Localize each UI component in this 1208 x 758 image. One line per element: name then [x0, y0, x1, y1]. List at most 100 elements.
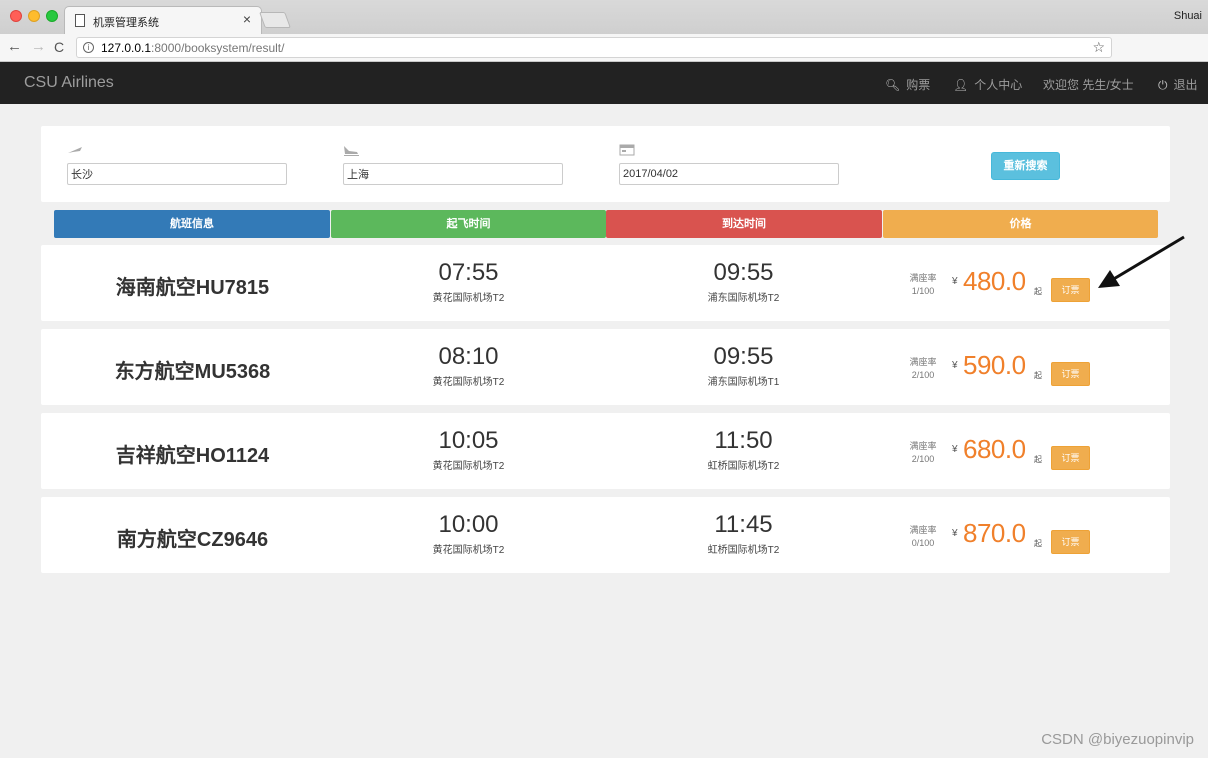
nav-logout[interactable]: ⏻ 退出: [1158, 76, 1198, 93]
power-icon: ⏻: [1158, 78, 1168, 92]
flight-name: 南方航空CZ9646: [116, 529, 269, 551]
flight-name: 海南航空HU7815: [115, 277, 270, 299]
watermark: CSDN @biyezuopinvip: [1041, 731, 1194, 748]
nav-buy-label: 购票: [906, 78, 931, 92]
currency-symbol: ¥: [952, 444, 958, 455]
arrival-time: 09:55: [713, 259, 774, 286]
book-button[interactable]: 订票: [1051, 446, 1090, 470]
departure-time: 10:00: [438, 511, 499, 538]
seat-rate: 满座率 1/100: [897, 272, 949, 298]
arrival-airport: 虹桥国际机场T2: [707, 461, 780, 472]
price-from-suffix: 起: [1034, 371, 1042, 380]
plane-takeoff-icon: [67, 144, 83, 158]
forward-arrow-icon[interactable]: →: [31, 39, 46, 55]
minimize-window-button[interactable]: [28, 10, 40, 22]
browser-toolbar: ← → C i 127.0.0.1:8000/booksystem/result…: [0, 34, 1208, 88]
currency-symbol: ¥: [952, 360, 958, 371]
currency-symbol: ¥: [952, 528, 958, 539]
search-panel: 重新搜索: [41, 126, 1170, 202]
departure-airport: 黄花国际机场T2: [432, 545, 505, 556]
seat-rate-value: 1/100: [911, 286, 935, 296]
url-text: 127.0.0.1:8000/booksystem/result/: [101, 41, 284, 55]
price: 680.0: [963, 434, 1026, 464]
price-from-suffix: 起: [1034, 287, 1042, 296]
browser-titlebar: 机票管理系统 × Shuai: [0, 0, 1208, 34]
nav-buy-ticket[interactable]: 🔍︎ 购票: [885, 76, 930, 93]
arrival-time: 11:45: [714, 511, 773, 538]
column-header-arrival: 到达时间: [606, 210, 882, 238]
reload-icon[interactable]: C: [54, 39, 64, 55]
calendar-icon: [619, 144, 635, 159]
seat-rate-value: 2/100: [911, 454, 935, 464]
nav-welcome-text: 欢迎您 先生/女士: [1043, 78, 1134, 92]
flight-name: 吉祥航空HO1124: [115, 445, 270, 467]
flight-row: 吉祥航空HO1124 10:05 黄花国际机场T2 11:50 虹桥国际机场T2…: [41, 413, 1170, 489]
price: 590.0: [963, 350, 1026, 380]
address-bar[interactable]: i 127.0.0.1:8000/booksystem/result/ ☆: [76, 37, 1112, 58]
departure-block: 07:55 黄花国际机场T2: [331, 259, 606, 304]
departure-time: 10:05: [438, 427, 499, 454]
column-header-departure: 起飞时间: [331, 210, 606, 238]
date-input[interactable]: [619, 163, 839, 185]
flight-row: 南方航空CZ9646 10:00 黄花国际机场T2 11:45 虹桥国际机场T2…: [41, 497, 1170, 573]
departure-time: 07:55: [438, 259, 499, 286]
seat-rate-value: 2/100: [911, 370, 935, 380]
seat-rate-label: 满座率: [909, 357, 937, 367]
back-arrow-icon[interactable]: ←: [7, 39, 22, 55]
price-from-suffix: 起: [1034, 455, 1042, 464]
departure-time: 08:10: [438, 343, 499, 370]
arrival-time: 09:55: [713, 343, 774, 370]
tab-close-icon[interactable]: ×: [243, 12, 251, 26]
price: 480.0: [963, 266, 1026, 296]
arrival-city-input[interactable]: [343, 163, 563, 185]
search-icon: 🔍︎: [885, 78, 901, 92]
arrival-block: 09:55 浦东国际机场T2: [606, 259, 881, 304]
browser-profile-name[interactable]: Shuai: [1174, 10, 1202, 22]
url-host: 127.0.0.1: [101, 41, 152, 55]
app-navbar: CSU Airlines 🔍︎ 购票 👤︎ 个人中心 欢迎您 先生/女士 ⏻ 退出: [0, 62, 1208, 104]
flight-row: 东方航空MU5368 08:10 黄花国际机场T2 09:55 浦东国际机场T1…: [41, 329, 1170, 405]
arrival-airport: 浦东国际机场T1: [707, 377, 780, 388]
seat-rate-value: 0/100: [911, 538, 935, 548]
info-icon[interactable]: i: [83, 42, 94, 53]
arrival-block: 11:45 虹桥国际机场T2: [606, 511, 881, 556]
brand-logo[interactable]: CSU Airlines: [24, 74, 114, 92]
annotation-arrow-icon: [1098, 235, 1185, 288]
price: 870.0: [963, 518, 1026, 548]
plane-landing-icon: [343, 144, 359, 159]
url-path: :8000/booksystem/result/: [151, 41, 285, 55]
close-window-button[interactable]: [10, 10, 22, 22]
departure-block: 10:00 黄花国际机场T2: [331, 511, 606, 556]
nav-logout-label: 退出: [1173, 78, 1198, 92]
departure-city-input[interactable]: [67, 163, 287, 185]
arrival-airport: 虹桥国际机场T2: [707, 545, 780, 556]
departure-airport: 黄花国际机场T2: [432, 293, 505, 304]
maximize-window-button[interactable]: [46, 10, 58, 22]
re-search-button[interactable]: 重新搜索: [991, 152, 1060, 180]
departure-block: 10:05 黄花国际机场T2: [331, 427, 606, 472]
departure-airport: 黄花国际机场T2: [432, 461, 505, 472]
bookmark-star-icon[interactable]: ☆: [1092, 39, 1105, 56]
arrival-time: 11:50: [714, 427, 773, 454]
seat-rate-label: 满座率: [909, 525, 937, 535]
arrival-block: 11:50 虹桥国际机场T2: [606, 427, 881, 472]
column-header-flight-info: 航班信息: [54, 210, 330, 238]
browser-tab[interactable]: 机票管理系统 ×: [64, 6, 262, 34]
arrival-block: 09:55 浦东国际机场T1: [606, 343, 881, 388]
seat-rate-label: 满座率: [909, 273, 937, 283]
price-from-suffix: 起: [1034, 539, 1042, 548]
nav-center-label: 个人中心: [974, 78, 1023, 92]
seat-rate: 满座率 2/100: [897, 356, 949, 382]
arrival-airport: 浦东国际机场T2: [707, 293, 780, 304]
seat-rate-label: 满座率: [909, 441, 937, 451]
flight-name: 东方航空MU5368: [114, 361, 271, 383]
departure-block: 08:10 黄花国际机场T2: [331, 343, 606, 388]
departure-airport: 黄花国际机场T2: [432, 377, 505, 388]
flight-row: 海南航空HU7815 07:55 黄花国际机场T2 09:55 浦东国际机场T2…: [41, 245, 1170, 321]
seat-rate: 满座率 0/100: [897, 524, 949, 550]
book-button[interactable]: 订票: [1051, 362, 1090, 386]
book-button[interactable]: 订票: [1051, 278, 1090, 302]
new-tab-button[interactable]: [259, 12, 291, 28]
book-button[interactable]: 订票: [1051, 530, 1090, 554]
nav-user-center[interactable]: 👤︎ 个人中心: [953, 76, 1022, 93]
